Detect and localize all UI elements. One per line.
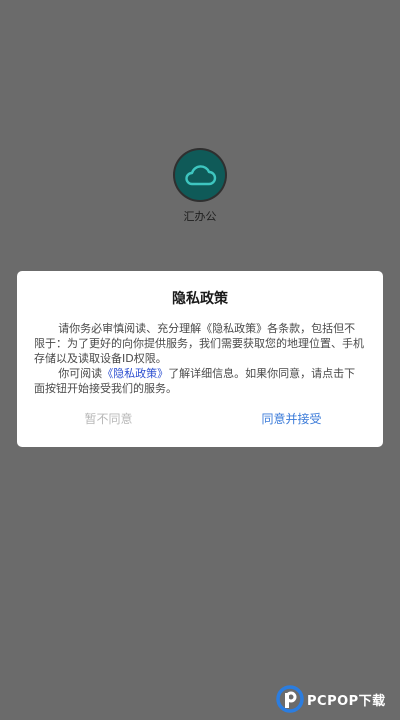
privacy-dialog: 隐私政策 请你务必审慎阅读、充分理解《隐私政策》各条款，包括但不限于：为了更好的… [17,271,383,447]
watermark: PCPOP下载 [276,684,386,714]
watermark-text: PCPOP下载 [307,693,386,709]
dialog-paragraph-2: 你可阅读《隐私政策》了解详细信息。如果你同意，请点击下面按钮开始接受我们的服务。 [34,366,366,396]
dialog-title: 隐私政策 [172,291,228,307]
app-name: 汇办公 [183,210,217,223]
dialog-actions: 暂不同意 同意并接受 [17,410,383,427]
accept-button[interactable]: 同意并接受 [200,410,383,427]
dialog-body: 请你务必审慎阅读、充分理解《隐私政策》各条款，包括但不限于：为了更好的向你提供服… [34,321,366,396]
privacy-policy-link[interactable]: 《隐私政策》 [102,367,168,380]
pcpop-logo-icon [276,685,304,713]
dialog-paragraph-1: 请你务必审慎阅读、充分理解《隐私政策》各条款，包括但不限于：为了更好的向你提供服… [34,322,364,365]
app-icon [175,150,225,200]
decline-button[interactable]: 暂不同意 [17,410,200,427]
paragraph-2-text-before: 你可阅读 [58,367,103,380]
cloud-icon [185,165,217,186]
